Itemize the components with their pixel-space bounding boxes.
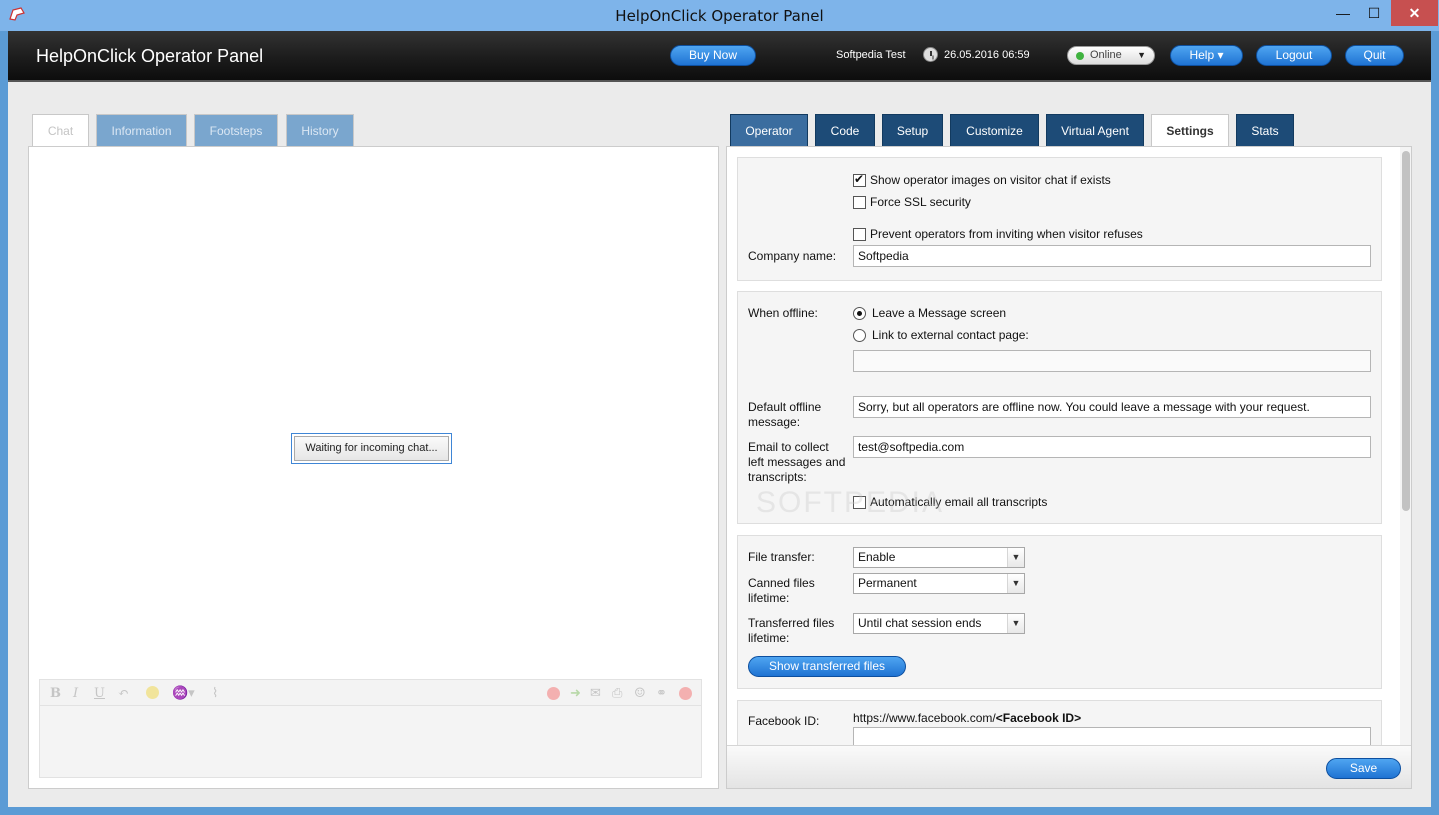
link-external-label: Link to external contact page:	[872, 328, 1029, 342]
smiley-icon[interactable]	[146, 686, 159, 699]
tab-footsteps[interactable]: Footsteps	[194, 114, 278, 146]
tab-stats[interactable]: Stats	[1236, 114, 1294, 146]
ban-icon[interactable]	[679, 687, 692, 700]
force-ssl-label: Force SSL security	[870, 195, 971, 209]
clock-icon	[923, 47, 938, 62]
print-icon[interactable]: ⎙	[612, 686, 622, 701]
close-button[interactable]: ✕	[1391, 0, 1438, 26]
window-title: HelpOnClick Operator Panel	[615, 7, 824, 25]
help-button[interactable]: Help ▾	[1170, 45, 1243, 66]
save-bar: Save	[727, 745, 1411, 788]
operator-name: Softpedia Test	[836, 49, 906, 61]
show-operator-images-checkbox[interactable]	[853, 172, 866, 187]
tab-virtual-agent[interactable]: Virtual Agent	[1046, 114, 1144, 146]
file-transfer-section: File transfer: Enable ▼ Canned files lif…	[737, 535, 1382, 689]
transferred-files-select[interactable]: Until chat session ends ▼	[853, 613, 1025, 634]
default-offline-message-label: Default offline message:	[748, 400, 822, 429]
message-input[interactable]	[39, 706, 702, 778]
canned-files-select[interactable]: Permanent ▼	[853, 573, 1025, 594]
chevron-down-icon: ▼	[1007, 614, 1024, 633]
default-offline-message-input[interactable]: Sorry, but all operators are offline now…	[853, 396, 1371, 418]
show-transferred-files-button[interactable]: Show transferred files	[748, 656, 906, 677]
scroll-thumb[interactable]	[1402, 151, 1410, 511]
general-settings-section: Show operator images on visitor chat if …	[737, 157, 1382, 281]
app-title: HelpOnClick Operator Panel	[36, 46, 264, 66]
when-offline-label: When offline:	[748, 306, 818, 320]
company-name-label: Company name:	[748, 249, 837, 263]
tab-history[interactable]: History	[286, 114, 354, 146]
force-ssl-checkbox[interactable]	[853, 196, 866, 209]
company-name-input[interactable]: Softpedia	[853, 245, 1371, 267]
file-transfer-label: File transfer:	[748, 550, 815, 564]
tab-setup[interactable]: Setup	[882, 114, 943, 146]
italic-icon[interactable]: I	[73, 686, 78, 701]
tab-settings[interactable]: Settings	[1151, 114, 1229, 146]
link-external-radio[interactable]	[853, 329, 866, 342]
settings-scrollbar[interactable]	[1400, 147, 1411, 745]
chevron-down-icon: ▼	[1137, 50, 1146, 60]
app-frame: HelpOnClick Operator Panel Buy Now Softp…	[8, 31, 1431, 807]
waiting-for-chat-button[interactable]: Waiting for incoming chat...	[291, 433, 452, 464]
email-collect-label: Email to collect left messages and trans…	[748, 440, 846, 484]
underline-icon[interactable]: U	[94, 686, 105, 701]
canned-files-label: Canned files lifetime:	[748, 576, 815, 605]
leave-message-radio[interactable]	[853, 307, 866, 320]
app-header: HelpOnClick Operator Panel Buy Now Softp…	[8, 31, 1431, 82]
chevron-down-icon: ▼	[1007, 574, 1024, 593]
facebook-id-label: Facebook ID:	[748, 714, 820, 728]
tab-information[interactable]: Information	[96, 114, 187, 146]
user-icon[interactable]: ☺	[634, 686, 646, 701]
stop-icon[interactable]	[547, 687, 560, 700]
tab-chat[interactable]: Chat	[32, 114, 89, 146]
canned-responses-icon[interactable]: ♒▾	[172, 686, 195, 701]
file-transfer-select[interactable]: Enable ▼	[853, 547, 1025, 568]
transferred-files-label: Transferred files lifetime:	[748, 616, 835, 645]
bold-icon[interactable]: B	[50, 686, 61, 701]
invite-icon[interactable]: ⚭	[656, 686, 667, 701]
facebook-id-placeholder: <Facebook ID>	[995, 711, 1082, 725]
chat-panel: Waiting for incoming chat... B I U ↶ ♒▾ …	[28, 146, 719, 789]
transferred-files-value: Until chat session ends	[858, 616, 982, 630]
facebook-url-hint: https://www.facebook.com/<Facebook ID>	[853, 711, 1081, 725]
email-icon[interactable]: ✉	[590, 686, 601, 701]
quit-button[interactable]: Quit	[1345, 45, 1404, 66]
status-dropdown[interactable]: Online ▼	[1067, 46, 1155, 65]
external-url-input[interactable]	[853, 350, 1371, 372]
file-transfer-value: Enable	[858, 550, 896, 564]
tab-operator[interactable]: Operator	[730, 114, 808, 146]
watermark: SOFTPEDIA	[756, 486, 945, 519]
window-title-bar: HelpOnClick Operator Panel — ☐ ✕	[0, 0, 1439, 31]
prevent-inviting-checkbox[interactable]	[853, 228, 866, 241]
transfer-icon[interactable]: ➜	[570, 686, 581, 701]
canned-files-value: Permanent	[858, 576, 917, 590]
logout-button[interactable]: Logout	[1256, 45, 1332, 66]
minimize-button[interactable]: —	[1327, 0, 1359, 26]
status-label: Online	[1090, 49, 1122, 61]
leave-message-label: Leave a Message screen	[872, 306, 1007, 320]
facebook-url-prefix: https://www.facebook.com/	[853, 711, 996, 725]
tab-code[interactable]: Code	[815, 114, 875, 146]
online-status-icon	[1076, 52, 1084, 60]
buy-now-button[interactable]: Buy Now	[670, 45, 756, 66]
chat-toolbar: B I U ↶ ♒▾ ⌇ ➜ ✉ ⎙ ☺ ⚭	[39, 679, 702, 706]
current-datetime: 26.05.2016 06:59	[944, 49, 1030, 61]
undo-icon[interactable]: ↶	[118, 686, 129, 701]
waiting-label: Waiting for incoming chat...	[294, 436, 449, 461]
save-button[interactable]: Save	[1326, 758, 1401, 779]
maximize-button[interactable]: ☐	[1358, 0, 1390, 26]
prevent-inviting-label: Prevent operators from inviting when vis…	[870, 227, 1143, 241]
attach-icon[interactable]: ⌇	[212, 686, 218, 701]
chevron-down-icon: ▼	[1007, 548, 1024, 567]
settings-panel: Show operator images on visitor chat if …	[726, 146, 1412, 789]
email-input[interactable]: test@softpedia.com	[853, 436, 1371, 458]
tab-customize[interactable]: Customize	[950, 114, 1039, 146]
show-operator-images-label: Show operator images on visitor chat if …	[870, 173, 1111, 187]
